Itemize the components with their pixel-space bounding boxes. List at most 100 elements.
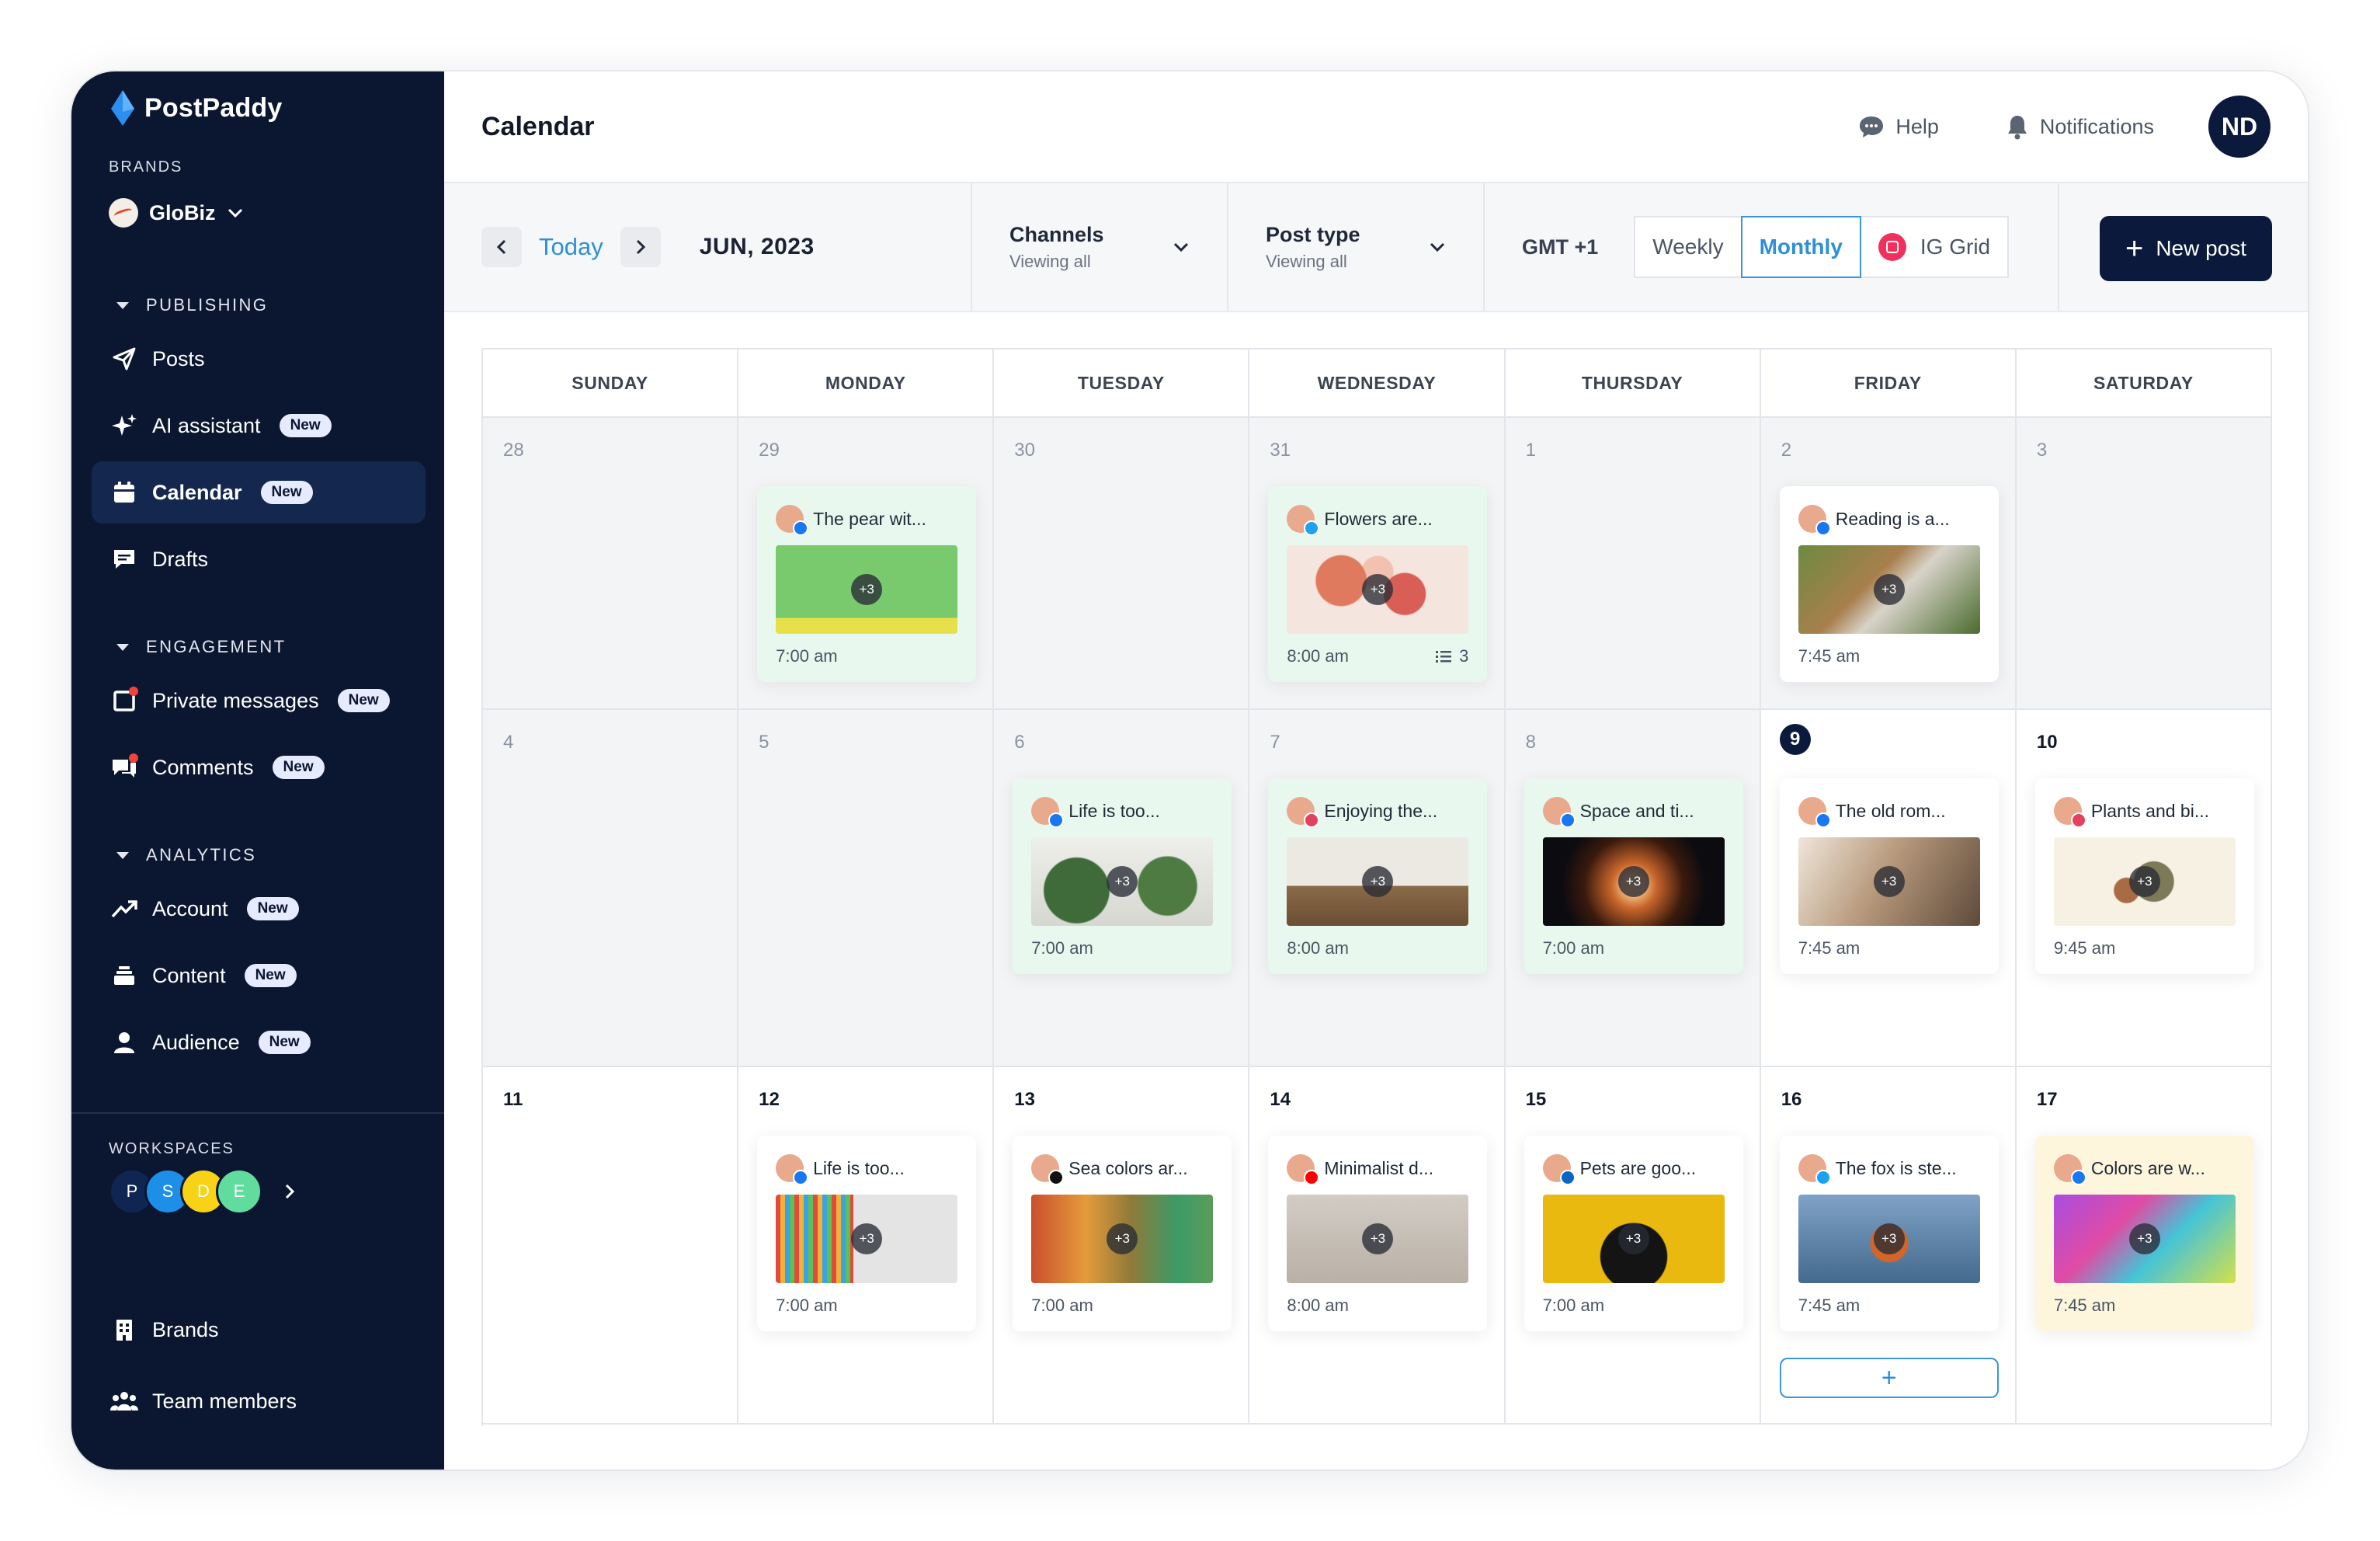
add-post-slot-button[interactable]: + <box>1779 1358 1999 1398</box>
chevron-right-icon[interactable] <box>284 1183 295 1200</box>
post-thumbnail[interactable]: +3 <box>1287 545 1469 634</box>
post-title: Flowers are... <box>1324 508 1433 529</box>
post-thumbnail[interactable]: +3 <box>1031 837 1214 926</box>
workspace-switcher[interactable]: P S D E <box>109 1168 295 1215</box>
post-card[interactable]: Reading is a... +3 7:45 am <box>1779 486 1999 682</box>
group-engagement[interactable]: ENGAGEMENT <box>116 635 286 659</box>
logo[interactable]: PostPaddy <box>109 89 283 127</box>
post-thumbnail[interactable]: +3 <box>1798 837 1980 926</box>
new-badge: New <box>258 1031 311 1054</box>
calendar-day-cell[interactable]: 14 Minimalist d... +3 8:00 am <box>1249 1067 1506 1423</box>
calendar-day-cell[interactable]: 11 <box>483 1067 739 1423</box>
calendar-day-cell[interactable]: 9 The old rom... +3 7:45 am <box>1761 710 2017 1066</box>
post-card[interactable]: Life is too... +3 7:00 am <box>1013 778 1232 974</box>
day-number: 4 <box>503 732 514 753</box>
sidebar-item-team-members[interactable]: Team members <box>92 1370 426 1432</box>
calendar-day-cell[interactable]: 31 Flowers are... +3 8:00 am 3 <box>1249 418 1506 708</box>
calendar-day-cell[interactable]: 6 Life is too... +3 7:00 am <box>994 710 1250 1066</box>
calendar-day-cell[interactable]: 29 The pear wit... +3 7:00 am <box>738 418 995 708</box>
calendar-day-cell[interactable]: 13 Sea colors ar... +3 7:00 am <box>994 1067 1250 1423</box>
sidebar-item-content[interactable]: Content New <box>92 944 426 1007</box>
sidebar-item-calendar[interactable]: Calendar New <box>92 461 426 524</box>
more-media-badge: +3 <box>1362 574 1394 605</box>
calendar-day-cell[interactable]: 5 <box>738 710 995 1066</box>
channels-filter[interactable]: Channels Viewing all <box>972 183 1228 311</box>
calendar-day-cell[interactable]: 1 <box>1505 418 1761 708</box>
help-button[interactable]: Help <box>1858 114 1939 139</box>
post-time: 7:00 am <box>1031 1296 1093 1315</box>
sidebar-item-label: Brands <box>152 1317 219 1341</box>
weekday-header-cell: WEDNESDAY <box>1249 350 1506 416</box>
workspace-avatar[interactable]: E <box>216 1168 262 1215</box>
calendar-day-cell[interactable]: 17 Colors are w... +3 7:45 am <box>2017 1067 2271 1423</box>
new-post-button[interactable]: + New post <box>2100 216 2272 281</box>
sidebar-item-private-messages[interactable]: Private messages New <box>92 670 426 732</box>
post-card[interactable]: Plants and bi... +3 9:45 am <box>2034 778 2254 974</box>
calendar-day-cell[interactable]: 3 <box>2016 418 2271 708</box>
post-card[interactable]: The fox is ste... +3 7:45 am <box>1779 1136 1999 1331</box>
post-thumbnail[interactable]: +3 <box>1287 1195 1469 1283</box>
layers-icon <box>110 962 138 990</box>
calendar-day-cell[interactable]: 15 Pets are goo... +3 7:00 am <box>1506 1067 1761 1423</box>
calendar-day-cell[interactable]: 4 <box>483 710 739 1066</box>
filter-title: Channels <box>1009 222 1104 246</box>
post-thumbnail[interactable]: +3 <box>1542 837 1725 926</box>
day-number: 14 <box>1270 1089 1291 1110</box>
post-card[interactable]: Colors are w... +3 7:45 am <box>2034 1136 2254 1331</box>
view-ig-grid-button[interactable]: IG Grid <box>1859 216 2010 278</box>
calendar-day-cell[interactable]: 7 Enjoying the... +3 8:00 am <box>1249 710 1506 1066</box>
new-post-label: New post <box>2156 236 2247 260</box>
post-thumbnail[interactable]: +3 <box>1542 1195 1725 1283</box>
calendar-day-cell[interactable]: 10 Plants and bi... +3 9:45 am <box>2017 710 2271 1066</box>
calendar-day-cell[interactable]: 2 Reading is a... +3 7:45 am <box>1760 418 2017 708</box>
sidebar-item-ai-assistant[interactable]: AI assistant New <box>92 395 426 457</box>
calendar-day-cell[interactable]: 16 The fox is ste... +3 7:45 am + <box>1761 1067 2017 1423</box>
next-month-button[interactable] <box>620 227 661 267</box>
post-thumbnail[interactable]: +3 <box>2053 1195 2236 1283</box>
sidebar-item-comments[interactable]: Comments New <box>92 736 426 798</box>
post-card[interactable]: Enjoying the... +3 8:00 am <box>1268 778 1488 974</box>
post-card[interactable]: The old rom... +3 7:45 am <box>1779 778 1999 974</box>
sidebar-item-posts[interactable]: Posts <box>92 328 426 390</box>
group-publishing[interactable]: PUBLISHING <box>116 294 268 317</box>
view-weekly-button[interactable]: Weekly <box>1634 216 1742 278</box>
timezone-selector[interactable]: GMT +1 <box>1522 235 1598 259</box>
post-card[interactable]: Minimalist d... +3 8:00 am <box>1268 1136 1488 1331</box>
sidebar-item-audience[interactable]: Audience New <box>92 1011 426 1073</box>
author-avatar <box>2053 797 2086 828</box>
group-label: ENGAGEMENT <box>146 637 287 656</box>
group-analytics[interactable]: ANALYTICS <box>116 844 256 867</box>
post-card[interactable]: Sea colors ar... +3 7:00 am <box>1013 1136 1232 1331</box>
group-label: ANALYTICS <box>146 845 257 864</box>
post-thumbnail[interactable]: +3 <box>1798 545 1980 634</box>
calendar-day-cell[interactable]: 8 Space and ti... +3 7:00 am <box>1505 710 1761 1066</box>
notifications-button[interactable]: Notifications <box>2006 113 2154 140</box>
prev-month-button[interactable] <box>481 227 522 267</box>
post-card[interactable]: Flowers are... +3 8:00 am 3 <box>1268 486 1488 682</box>
calendar-day-cell[interactable]: 28 <box>483 418 739 708</box>
sidebar-item-drafts[interactable]: Drafts <box>92 528 426 590</box>
post-thumbnail[interactable]: +3 <box>2053 837 2236 926</box>
calendar-day-cell[interactable]: 12 Life is too... +3 7:00 am <box>738 1067 995 1423</box>
post-card[interactable]: Space and ti... +3 7:00 am <box>1524 778 1743 974</box>
user-avatar[interactable]: ND <box>2208 96 2271 158</box>
team-icon <box>110 1387 138 1415</box>
post-thumbnail[interactable]: +3 <box>776 1195 958 1283</box>
sidebar-item-label: Team members <box>152 1389 297 1413</box>
sidebar-item-brands[interactable]: Brands <box>92 1299 426 1361</box>
today-button[interactable]: Today <box>539 233 603 261</box>
post-card[interactable]: Life is too... +3 7:00 am <box>757 1136 977 1331</box>
post-title: Minimalist d... <box>1324 1157 1434 1178</box>
post-thumbnail[interactable]: +3 <box>776 545 958 634</box>
view-monthly-button[interactable]: Monthly <box>1740 216 1861 278</box>
sidebar-item-account[interactable]: Account New <box>92 878 426 940</box>
calendar-day-cell[interactable]: 30 <box>994 418 1250 708</box>
post-type-filter[interactable]: Post type Viewing all <box>1228 183 1485 311</box>
post-thumbnail[interactable]: +3 <box>1798 1195 1980 1283</box>
more-media-badge: +3 <box>1617 1223 1649 1254</box>
post-thumbnail[interactable]: +3 <box>1031 1195 1214 1283</box>
brand-selector[interactable]: GloBiz <box>109 197 244 228</box>
post-card[interactable]: The pear wit... +3 7:00 am <box>757 486 977 682</box>
post-thumbnail[interactable]: +3 <box>1287 837 1469 926</box>
post-card[interactable]: Pets are goo... +3 7:00 am <box>1524 1136 1743 1331</box>
